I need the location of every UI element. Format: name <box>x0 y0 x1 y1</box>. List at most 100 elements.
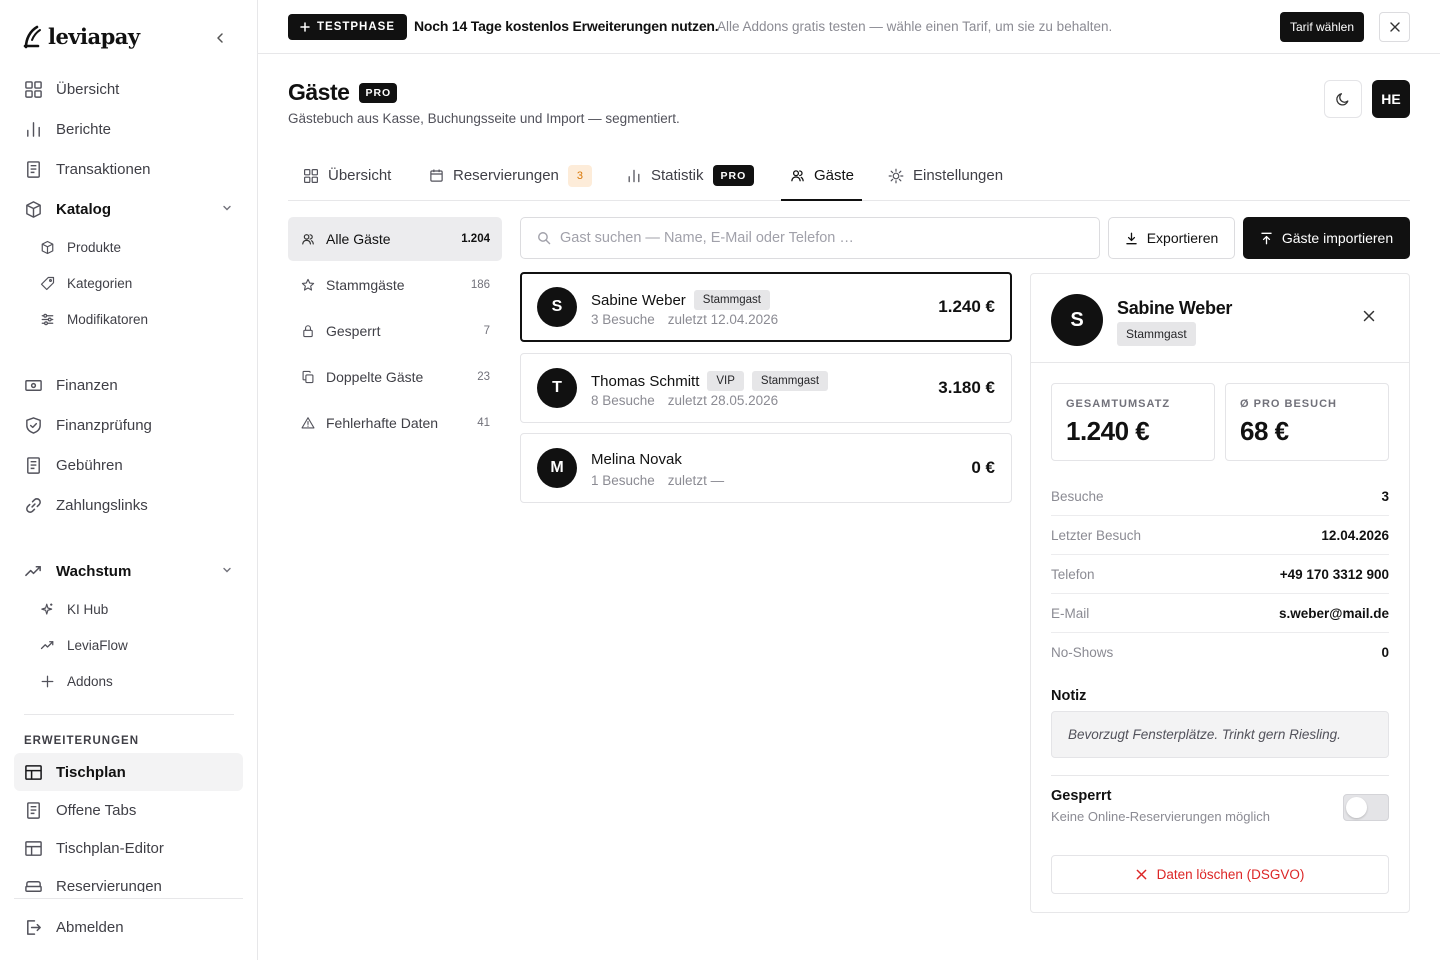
banknote-icon <box>25 379 42 391</box>
stat-label: Ø PRO BESUCH <box>1240 398 1337 410</box>
grid-icon <box>304 168 318 183</box>
download-icon <box>1126 232 1137 244</box>
trial-subtext: Alle Addons gratis testen — wähle einen … <box>717 19 1113 34</box>
tab-statistik[interactable]: Statistik PRO <box>626 150 755 201</box>
sidebar-item-gebuehren[interactable]: Gebühren <box>14 446 243 484</box>
sidebar-item-label: Offene Tabs <box>56 801 137 819</box>
filter-label: Gesperrt <box>326 323 381 339</box>
tab-reservierungen[interactable]: Reservierungen 3 <box>429 150 592 201</box>
tab-einstellungen[interactable]: Einstellungen <box>888 150 1003 201</box>
sofa-icon <box>25 880 42 892</box>
trend-up-icon <box>25 565 41 576</box>
active-tab-indicator <box>781 199 862 201</box>
detail-guest-name: Sabine Weber <box>1117 298 1233 318</box>
sidebar-item-berichte[interactable]: Berichte <box>14 110 243 148</box>
sidebar-item-produkte[interactable]: Produkte <box>14 230 243 264</box>
bar-chart-icon <box>27 121 40 137</box>
filter-gesperrt[interactable]: Gesperrt 7 <box>288 309 502 353</box>
sidebar: leviapay Übersicht Berichte Transaktione… <box>0 0 258 960</box>
filter-stammgaeste[interactable]: Stammgäste 186 <box>288 263 502 307</box>
guest-name: Thomas Schmitt <box>591 372 700 390</box>
sidebar-item-finanzen[interactable]: Finanzen <box>14 366 243 404</box>
main-content: TESTPHASE Noch 14 Tage kostenlos Erweite… <box>258 0 1440 960</box>
detail-row-besuche: Besuche 3 <box>1051 477 1389 516</box>
sidebar-item-reservierungen[interactable]: Reservierungen <box>14 867 243 892</box>
stat-value: 1.240 € <box>1066 416 1150 446</box>
trial-message: Noch 14 Tage kostenlos Erweiterungen nut… <box>414 18 719 34</box>
filter-label: Alle Gäste <box>326 231 391 247</box>
close-icon <box>1363 310 1375 322</box>
sidebar-item-tischplan[interactable]: Tischplan <box>14 753 243 791</box>
guest-name-row: Sabine Weber Stammgast <box>591 290 770 310</box>
guest-tag: Stammgast <box>693 290 770 310</box>
guest-card[interactable]: M Melina Novak 1 Besuche zuletzt — 0 € <box>520 433 1012 503</box>
toggle-knob <box>1346 797 1367 818</box>
tab-label: Gäste <box>814 167 855 184</box>
shield-check-icon <box>26 416 41 434</box>
trial-banner: TESTPHASE Noch 14 Tage kostenlos Erweite… <box>258 0 1440 54</box>
sidebar-item-leviaflow[interactable]: LeviaFlow <box>14 628 243 662</box>
page-title: Gäste <box>288 79 350 105</box>
sidebar-divider <box>14 898 243 899</box>
tab-gaeste[interactable]: Gäste <box>790 150 854 201</box>
sidebar-item-label: Kategorien <box>67 275 133 291</box>
filter-fehlerhafte-daten[interactable]: Fehlerhafte Daten 41 <box>288 401 502 445</box>
sidebar-item-addons[interactable]: Addons <box>14 664 243 698</box>
guest-name-row: Thomas Schmitt VIP Stammgast <box>591 371 829 391</box>
filter-doppelte-gaeste[interactable]: Doppelte Gäste 23 <box>288 355 502 399</box>
star-icon <box>301 278 315 291</box>
app-name: leviapay <box>48 24 140 49</box>
detail-key: E-Mail <box>1051 605 1090 621</box>
guest-amount: 1.240 € <box>938 297 995 316</box>
app-logo[interactable]: leviapay <box>22 24 140 49</box>
sidebar-item-tischplan-editor[interactable]: Tischplan-Editor <box>14 829 243 867</box>
guest-card[interactable]: T Thomas Schmitt VIP Stammgast 8 Besuche… <box>520 353 1012 423</box>
chevron-down-icon <box>223 205 231 211</box>
sidebar-group-wachstum[interactable]: Wachstum <box>14 552 243 590</box>
sidebar-item-ki-hub[interactable]: KI Hub <box>14 592 243 626</box>
lock-icon <box>303 325 313 338</box>
sidebar-item-finanzpruefung[interactable]: Finanzprüfung <box>14 406 243 444</box>
detail-row-email: E-Mail s.weber@mail.de <box>1051 594 1389 633</box>
export-label: Exportieren <box>1146 230 1219 246</box>
theme-toggle-button[interactable] <box>1324 80 1362 118</box>
search-input[interactable] <box>560 230 1080 246</box>
chevron-down-icon <box>223 567 231 573</box>
sidebar-item-kategorien[interactable]: Kategorien <box>14 266 243 300</box>
delete-data-button[interactable]: Daten löschen (DSGVO) <box>1051 855 1389 894</box>
blocked-toggle[interactable] <box>1343 794 1389 821</box>
sliders-icon <box>41 313 54 325</box>
detail-row-no-shows: No-Shows 0 <box>1051 633 1389 672</box>
sidebar-group-katalog[interactable]: Katalog <box>14 190 243 228</box>
sidebar-item-modifikatoren[interactable]: Modifikatoren <box>14 302 243 336</box>
guest-card[interactable]: S Sabine Weber Stammgast 3 Besuche zulet… <box>520 272 1012 342</box>
delete-label: Daten löschen (DSGVO) <box>1156 867 1305 882</box>
guest-search[interactable] <box>520 217 1100 259</box>
close-banner-button[interactable] <box>1379 12 1410 42</box>
export-button[interactable]: Exportieren <box>1108 217 1235 259</box>
users-icon <box>302 234 314 245</box>
tab-uebersicht[interactable]: Übersicht <box>303 150 391 201</box>
tab-label: Reservierungen <box>453 167 559 184</box>
filter-label: Fehlerhafte Daten <box>326 415 439 431</box>
logout-label: Abmelden <box>56 918 124 936</box>
choose-plan-button[interactable]: Tarif wählen <box>1280 12 1364 42</box>
detail-value: 12.04.2026 <box>1321 527 1389 543</box>
user-avatar[interactable]: HE <box>1372 80 1410 118</box>
import-guests-button[interactable]: Gäste importieren <box>1243 217 1410 259</box>
moon-icon <box>1336 93 1349 106</box>
sidebar-item-zahlungslinks[interactable]: Zahlungslinks <box>14 486 243 524</box>
trial-badge: TESTPHASE <box>288 14 408 40</box>
sidebar-item-label: Tischplan <box>56 763 126 781</box>
close-detail-button[interactable] <box>1363 310 1375 322</box>
sidebar-item-transaktionen[interactable]: Transaktionen <box>14 150 243 188</box>
receipt-icon <box>27 801 40 819</box>
note-field[interactable]: Bevorzugt Fensterplätze. Trinkt gern Rie… <box>1051 711 1389 758</box>
filter-alle-gaeste[interactable]: Alle Gäste 1.204 <box>288 217 502 261</box>
logout-button[interactable]: Abmelden <box>14 908 243 946</box>
sidebar-item-uebersicht[interactable]: Übersicht <box>14 70 243 108</box>
sidebar-item-label: Addons <box>67 673 113 689</box>
trend-up-icon <box>40 640 54 649</box>
collapse-sidebar-button[interactable] <box>210 28 230 48</box>
filter-label: Doppelte Gäste <box>326 369 424 385</box>
